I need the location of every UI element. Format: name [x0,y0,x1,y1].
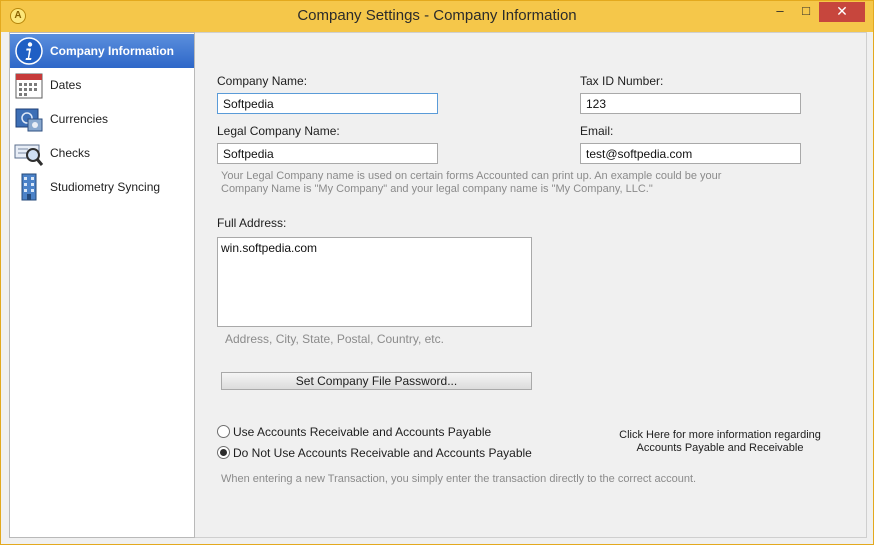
title-bar[interactable]: A Company Settings - Company Information… [1,1,873,32]
company-name-label: Company Name: [217,74,308,88]
transaction-hint: When entering a new Transaction, you sim… [221,473,697,485]
sidebar-item-label: Dates [50,78,82,92]
info-link-line-2: Accounts Payable and Receivable [636,442,804,454]
app-window: A Company Settings - Company Information… [0,0,874,545]
ar-ap-info-link[interactable]: Click Here for more information regardin… [600,429,840,455]
sync-building-icon [21,173,37,201]
use-ar-ap-label: Use Accounts Receivable and Accounts Pay… [233,425,492,439]
email-input[interactable] [580,143,801,164]
tax-id-label: Tax ID Number: [580,74,664,88]
check-magnifier-icon [14,144,44,166]
legal-name-hint-line-1: Your Legal Company name is used on certa… [221,170,722,182]
radio-selected-dot [220,449,227,456]
email-label: Email: [580,124,614,138]
maximize-button[interactable]: □ [793,2,819,22]
set-password-button[interactable]: Set Company File Password... [221,372,532,390]
use-ar-ap-radio[interactable] [217,425,230,438]
currency-icon [15,108,43,132]
sidebar-item-studiometry-syncing[interactable]: Studiometry Syncing [10,170,194,204]
company-information-panel: Company Name: Tax ID Number: Legal Compa… [195,32,867,538]
sidebar-item-company-information[interactable]: Company Information [10,34,194,68]
use-ar-ap-option[interactable]: Use Accounts Receivable and Accounts Pay… [217,424,517,440]
info-icon [15,37,43,65]
sidebar-item-label: Company Information [50,44,175,58]
sidebar-item-label: Studiometry Syncing [50,180,161,194]
sidebar-item-label: Currencies [50,112,109,126]
sidebar-item-label: Checks [50,146,91,160]
sidebar-item-currencies[interactable]: Currencies [10,102,194,136]
calendar-icon [15,73,43,99]
info-link-line-1: Click Here for more information regardin… [619,429,821,441]
do-not-use-ar-ap-label: Do Not Use Accounts Receivable and Accou… [233,446,532,460]
close-button[interactable]: ✕ [819,2,865,22]
window-title: Company Settings - Company Information [297,7,577,24]
address-hint: Address, City, State, Postal, Country, e… [225,332,444,346]
full-address-label: Full Address: [217,216,287,230]
legal-company-name-input[interactable] [217,143,438,164]
legal-name-hint-line-2: Company Name is "My Company" and your le… [221,183,653,195]
full-address-textarea[interactable]: win.softpedia.com [217,237,532,327]
do-not-use-ar-ap-option[interactable]: Do Not Use Accounts Receivable and Accou… [217,445,547,461]
minimize-button[interactable]: – [767,2,793,22]
sidebar-item-checks[interactable]: Checks [10,136,194,170]
settings-sidebar: Company Information Dates Currencies Che… [9,32,195,538]
company-name-input[interactable] [217,93,438,114]
sidebar-item-dates[interactable]: Dates [10,68,194,102]
do-not-use-ar-ap-radio[interactable] [217,446,230,459]
tax-id-input[interactable] [580,93,801,114]
legal-company-name-label: Legal Company Name: [217,124,340,138]
